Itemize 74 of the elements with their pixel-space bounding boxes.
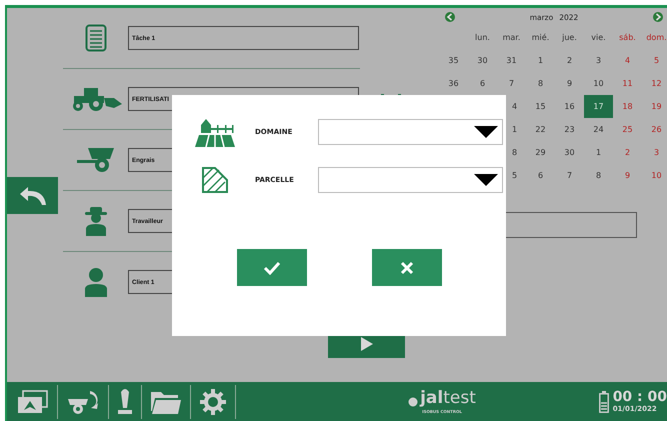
calendar-day[interactable]: 26	[651, 125, 662, 134]
check-icon	[263, 260, 281, 274]
calendar-day[interactable]: 1	[596, 148, 602, 157]
calendar-day[interactable]: 10	[593, 79, 604, 88]
calendar-day[interactable]: 1	[512, 125, 518, 134]
week-number: 36	[448, 79, 459, 88]
dropdown-arrow-icon	[474, 174, 498, 186]
calendar-day[interactable]: 5	[654, 56, 660, 65]
screen-switch-icon[interactable]	[17, 390, 49, 414]
dropdown[interactable]	[318, 119, 503, 145]
calendar-day[interactable]: 3	[596, 56, 602, 65]
calendar-day[interactable]: 1	[538, 56, 544, 65]
calendar-day[interactable]: 12	[651, 79, 662, 88]
calendar-day[interactable]: 8	[512, 148, 518, 157]
logo-icon	[408, 397, 418, 407]
calendar-day[interactable]: 9	[624, 171, 630, 180]
calendar-day[interactable]: 6	[538, 171, 544, 180]
weekday-label: jue.	[562, 33, 577, 42]
calendar-day[interactable]: 19	[651, 102, 662, 111]
calendar-day[interactable]: 7	[508, 79, 514, 88]
calendar-day[interactable]: 4	[624, 56, 630, 65]
cancel-button[interactable]	[372, 249, 442, 286]
calendar-day[interactable]: 6	[480, 79, 486, 88]
close-icon	[400, 260, 414, 274]
calendar-day[interactable]: 30	[564, 148, 575, 157]
calendar-day[interactable]: 23	[564, 125, 575, 134]
document-icon	[84, 24, 106, 52]
person-icon	[84, 267, 108, 297]
trailer-rotate-icon[interactable]	[66, 388, 100, 414]
calendar-day[interactable]: 8	[596, 171, 602, 180]
calendar-day[interactable]: 29	[535, 148, 546, 157]
calendar-day[interactable]: 7	[566, 171, 572, 180]
calendar-day[interactable]: 4	[512, 102, 518, 111]
weekday-label: dom.	[646, 33, 667, 42]
dropdown[interactable]	[318, 167, 503, 193]
calendar-day[interactable]: 25	[622, 125, 633, 134]
calendar-day[interactable]: 17	[593, 102, 604, 111]
calendar-day[interactable]: 8	[538, 79, 544, 88]
weekday-label: lun.	[475, 33, 490, 42]
week-number: 35	[448, 56, 459, 65]
settings-icon[interactable]	[199, 388, 227, 416]
undo-arrow-icon	[18, 184, 48, 206]
weekday-label: mar.	[502, 33, 520, 42]
calendar-day[interactable]: 24	[593, 125, 604, 134]
play-icon	[360, 337, 372, 351]
logo-text: jaltest	[420, 389, 476, 407]
confirm-button[interactable]	[237, 249, 307, 286]
trailer-icon	[76, 147, 116, 173]
farmer-icon	[84, 206, 108, 236]
calendar-day[interactable]: 30	[477, 56, 488, 65]
previous-month-icon[interactable]	[445, 12, 455, 22]
joystick-icon[interactable]	[117, 388, 133, 416]
calendar-day[interactable]: 16	[564, 102, 575, 111]
calendar-day[interactable]: 10	[651, 171, 662, 180]
calendar-day[interactable]: 5	[512, 171, 518, 180]
calendar-day[interactable]: 18	[622, 102, 633, 111]
calendar-day[interactable]: 3	[654, 148, 660, 157]
clock-time: 00 : 00	[612, 390, 667, 405]
weekday-label: sáb.	[619, 33, 636, 42]
calendar-day[interactable]: 2	[566, 56, 572, 65]
calendar-day[interactable]: 11	[622, 79, 633, 88]
calendar-day[interactable]: 31	[506, 56, 517, 65]
weekday-label: mié.	[532, 33, 550, 42]
calendar-day[interactable]: 2	[624, 148, 630, 157]
calendar-day[interactable]: 22	[535, 125, 546, 134]
farm-icon	[195, 117, 235, 147]
weekday-label: vie.	[591, 33, 606, 42]
hatched-plot-icon	[201, 166, 229, 194]
calendar-day[interactable]: 9	[566, 79, 572, 88]
dropdown-arrow-icon	[474, 126, 498, 138]
next-month-icon[interactable]	[652, 12, 663, 22]
back-button[interactable]	[7, 177, 58, 214]
calendar-day[interactable]: 15	[535, 102, 546, 111]
battery-icon	[598, 390, 609, 412]
